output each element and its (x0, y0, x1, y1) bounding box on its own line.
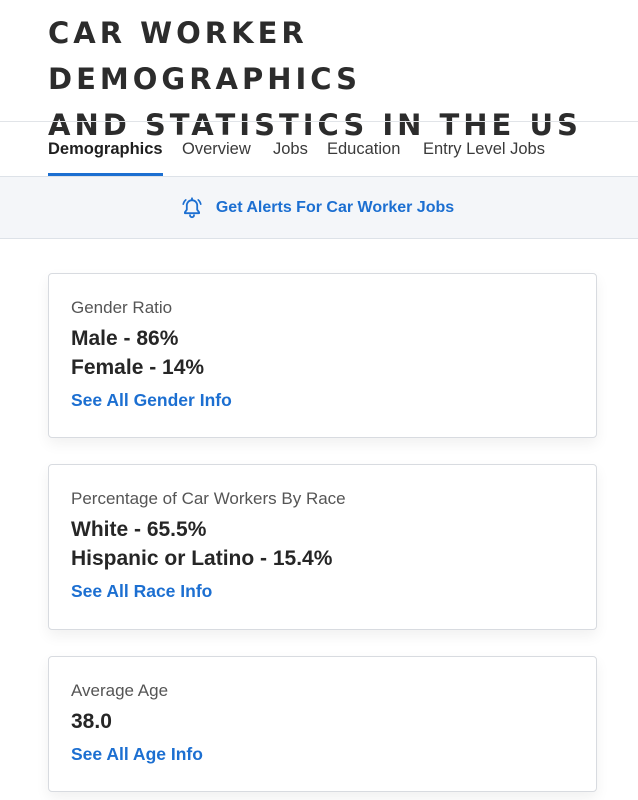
gender-ratio-card: Gender Ratio Male - 86% Female - 14% See… (48, 273, 597, 438)
job-alerts-banner[interactable]: Get Alerts For Car Worker Jobs (0, 176, 638, 239)
card-label: Gender Ratio (71, 298, 173, 317)
see-all-age-link[interactable]: See All Age Info (71, 744, 203, 765)
card-label: Percentage of Car Workers By Race (71, 489, 346, 508)
page-title-line-1: CAR WORKER DEMOGRAPHICS (48, 16, 361, 96)
race-percentage-card: Percentage of Car Workers By Race White … (48, 464, 597, 630)
tab-entry-level-jobs[interactable]: Entry Level Jobs (423, 122, 545, 176)
stat-male: Male - 86% (71, 327, 179, 350)
tab-demographics[interactable]: Demographics (48, 122, 163, 176)
tab-overview[interactable]: Overview (182, 122, 251, 176)
stat-average-age: 38.0 (71, 710, 112, 733)
stat-hispanic-latino: Hispanic or Latino - 15.4% (71, 547, 333, 570)
tab-education[interactable]: Education (327, 122, 400, 176)
tab-bar: Demographics Overview Jobs Education Ent… (0, 121, 638, 176)
bell-icon (182, 196, 202, 218)
stat-white: White - 65.5% (71, 518, 207, 541)
card-label: Average Age (71, 681, 169, 700)
see-all-race-link[interactable]: See All Race Info (71, 581, 212, 602)
stat-female: Female - 14% (71, 356, 205, 379)
average-age-card: Average Age 38.0 See All Age Info (48, 656, 597, 792)
see-all-gender-link[interactable]: See All Gender Info (71, 390, 232, 411)
tab-jobs[interactable]: Jobs (273, 122, 308, 176)
job-alerts-link[interactable]: Get Alerts For Car Worker Jobs (216, 199, 454, 217)
